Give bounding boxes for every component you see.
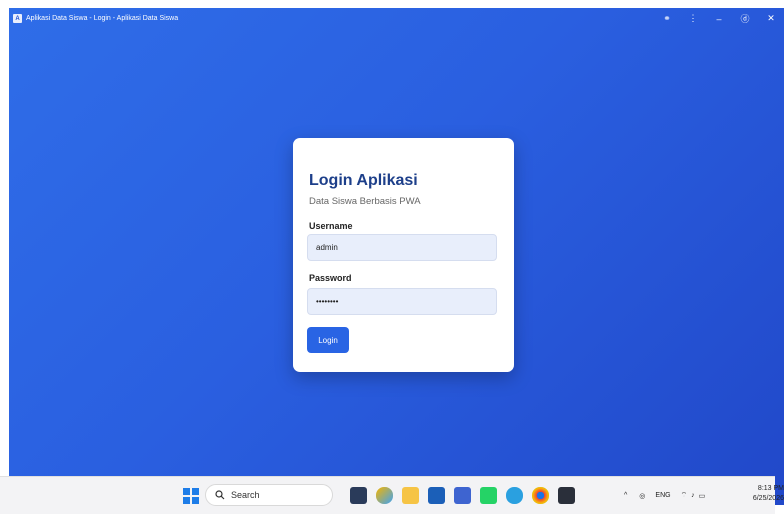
volume-icon[interactable]: ♪	[691, 492, 695, 499]
battery-icon[interactable]: ▭	[699, 492, 706, 500]
username-field[interactable]: admin	[307, 234, 497, 261]
close-button[interactable]: ✕	[758, 8, 784, 29]
username-label: Username	[309, 221, 353, 231]
windows-start-icon[interactable]	[183, 488, 199, 504]
app-icon-letter: A	[15, 15, 20, 22]
more-options-icon[interactable]: ⋮	[680, 8, 706, 29]
clock[interactable]: 8:13 PM 6/25/2026	[736, 484, 784, 504]
wifi-icon[interactable]: ⌔	[681, 491, 688, 500]
system-tray: ^ ◎ ENG ⌔ ♪ ▭	[624, 477, 705, 514]
app-icon: A	[13, 14, 22, 23]
whatsapp-icon[interactable]	[480, 487, 497, 504]
restore-button[interactable]: ⓓ	[732, 8, 758, 29]
taskbar-search[interactable]: Search	[205, 484, 333, 506]
password-field[interactable]: ••••••••	[307, 288, 497, 315]
title-bar: A Aplikasi Data Siswa - Login - Aplikasi…	[9, 8, 784, 29]
edge-icon[interactable]	[506, 487, 523, 504]
chrome-icon[interactable]	[532, 487, 549, 504]
window-controls: ⚭ ⋮ – ⓓ ✕	[654, 8, 784, 29]
window-title: Aplikasi Data Siswa - Login - Aplikasi D…	[26, 15, 179, 22]
extensions-icon[interactable]: ⚭	[654, 8, 680, 29]
taskbar: Search ^ ◎ ENG ⌔ ♪ ▭ 8:13 PM 6/25/2026	[0, 476, 784, 514]
login-title: Login Aplikasi	[309, 172, 418, 189]
language-indicator[interactable]: ENG	[655, 492, 670, 499]
file-explorer-icon[interactable]	[402, 487, 419, 504]
app-icon-blue[interactable]	[454, 487, 471, 504]
store-icon[interactable]	[428, 487, 445, 504]
app-window: A Aplikasi Data Siswa - Login - Aplikasi…	[9, 8, 784, 505]
minimize-button[interactable]: –	[706, 8, 732, 29]
search-icon	[215, 490, 225, 500]
password-label: Password	[309, 273, 352, 283]
widgets-icon[interactable]	[376, 487, 393, 504]
login-button[interactable]: Login	[307, 327, 349, 353]
clock-date: 6/25/2026	[752, 495, 784, 502]
login-card: Login Aplikasi Data Siswa Berbasis PWA U…	[293, 138, 514, 372]
clock-time: 8:13 PM	[757, 485, 784, 492]
task-view-icon[interactable]	[350, 487, 367, 504]
onedrive-icon[interactable]: ◎	[639, 492, 645, 500]
chevron-up-icon[interactable]: ^	[624, 492, 627, 499]
login-subtitle: Data Siswa Berbasis PWA	[309, 196, 421, 207]
search-label: Search	[231, 490, 260, 500]
pwa-app-icon[interactable]	[558, 487, 575, 504]
